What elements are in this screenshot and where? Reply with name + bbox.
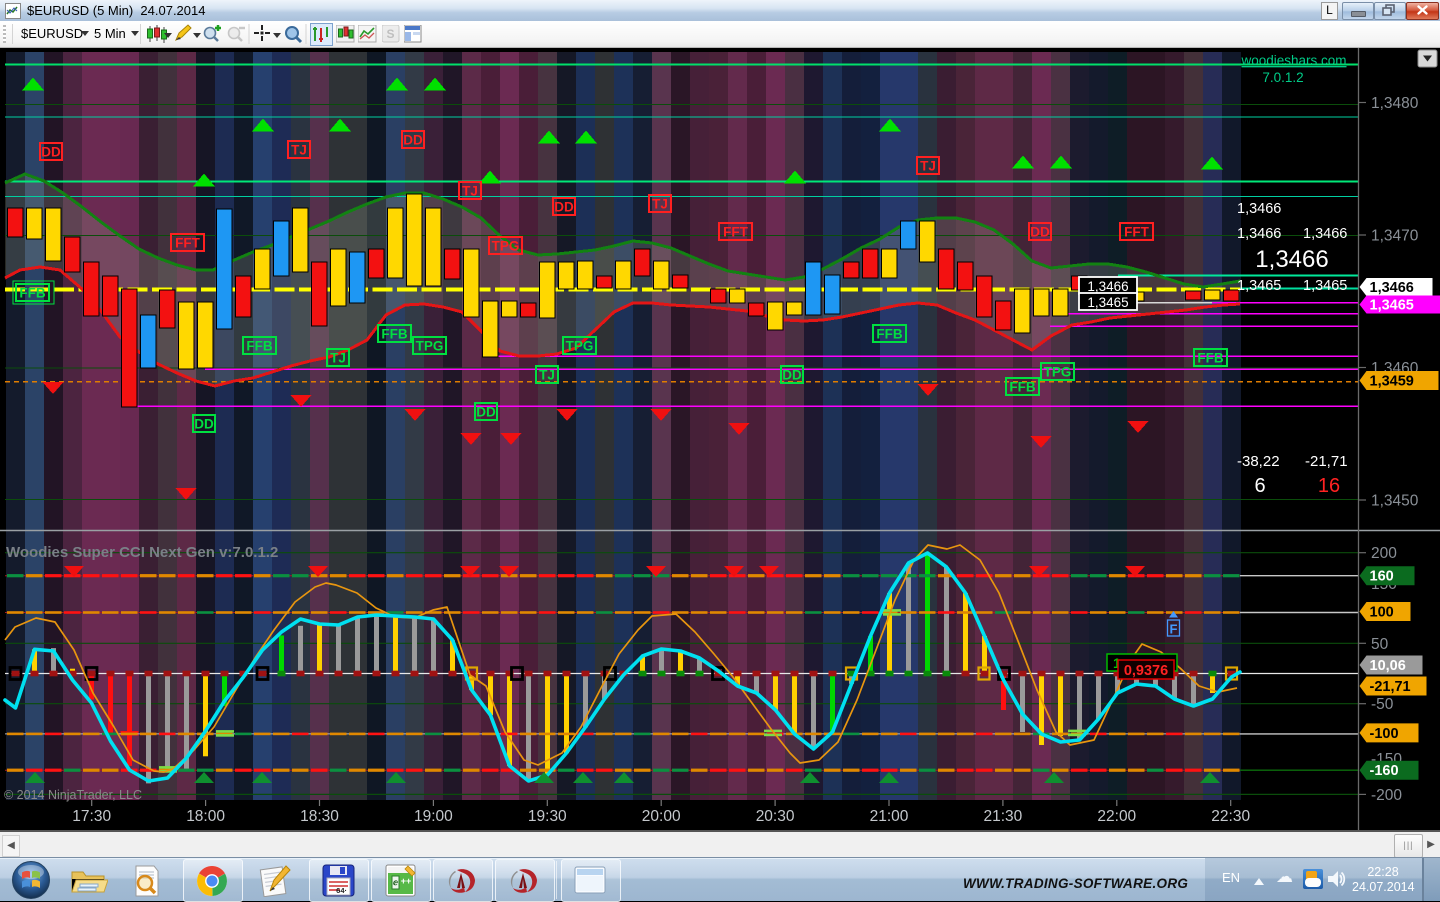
svg-text:1,3465: 1,3465 bbox=[1087, 295, 1128, 310]
svg-text:Woodies Super CCI Next Gen v:7: Woodies Super CCI Next Gen v:7.0.1.2 bbox=[6, 544, 278, 561]
svg-text:ⅇ: ⅇ bbox=[393, 878, 398, 887]
svg-text:S: S bbox=[386, 27, 394, 41]
svg-text:woodieshars.com: woodieshars.com bbox=[1240, 53, 1346, 68]
svg-text:20:30: 20:30 bbox=[756, 808, 795, 825]
svg-text:22:00: 22:00 bbox=[1097, 808, 1136, 825]
svg-text:19:00: 19:00 bbox=[414, 808, 453, 825]
svg-text:-21,71: -21,71 bbox=[1305, 453, 1348, 470]
svg-text:1,3465: 1,3465 bbox=[1237, 278, 1281, 294]
svg-text:21:30: 21:30 bbox=[984, 808, 1023, 825]
svg-text:16: 16 bbox=[1318, 475, 1340, 497]
svg-text:1,3466: 1,3466 bbox=[1237, 201, 1281, 217]
svg-text:1,3465: 1,3465 bbox=[1370, 298, 1414, 314]
svg-text:100: 100 bbox=[1370, 605, 1394, 621]
svg-text:1,3450: 1,3450 bbox=[1371, 493, 1419, 510]
svg-text:19:30: 19:30 bbox=[528, 808, 567, 825]
svg-text:-200: -200 bbox=[1371, 787, 1402, 804]
svg-text:1,3480: 1,3480 bbox=[1371, 95, 1419, 112]
svg-text:17:30: 17:30 bbox=[72, 808, 111, 825]
svg-text:50: 50 bbox=[1371, 636, 1389, 653]
svg-text:64·: 64· bbox=[336, 886, 347, 895]
svg-text:0,9376: 0,9376 bbox=[1124, 663, 1168, 679]
svg-text:-38,22: -38,22 bbox=[1237, 453, 1280, 470]
svg-text:21:00: 21:00 bbox=[870, 808, 909, 825]
svg-text:-100: -100 bbox=[1370, 726, 1399, 742]
svg-text:18:30: 18:30 bbox=[300, 808, 339, 825]
svg-text:22:30: 22:30 bbox=[1211, 808, 1250, 825]
svg-text:1,3466: 1,3466 bbox=[1087, 279, 1128, 294]
svg-text:1,3470: 1,3470 bbox=[1371, 228, 1419, 245]
svg-text:1,3465: 1,3465 bbox=[1303, 278, 1347, 294]
svg-text:7.0.1.2: 7.0.1.2 bbox=[1262, 70, 1303, 85]
svg-text:-21,71: -21,71 bbox=[1370, 679, 1411, 695]
svg-text:1,3466: 1,3466 bbox=[1370, 280, 1414, 296]
svg-text:6: 6 bbox=[1254, 475, 1265, 497]
svg-text:-50: -50 bbox=[1371, 696, 1394, 713]
svg-text:1,3466: 1,3466 bbox=[1255, 246, 1328, 273]
svg-text:200: 200 bbox=[1371, 545, 1397, 562]
svg-text:160: 160 bbox=[1370, 569, 1394, 585]
svg-text:1,3459: 1,3459 bbox=[1370, 374, 1414, 390]
svg-text:-160: -160 bbox=[1370, 763, 1399, 779]
svg-text:F: F bbox=[1170, 622, 1178, 637]
svg-text:1,3466: 1,3466 bbox=[1237, 226, 1281, 242]
svg-text:18:00: 18:00 bbox=[186, 808, 225, 825]
svg-text:© 2014 NinjaTrader, LLC: © 2014 NinjaTrader, LLC bbox=[4, 788, 142, 802]
svg-text:10,06: 10,06 bbox=[1370, 658, 1406, 674]
svg-text:++: ++ bbox=[401, 876, 412, 886]
svg-text:20:00: 20:00 bbox=[642, 808, 681, 825]
svg-text:1,3466: 1,3466 bbox=[1303, 226, 1347, 242]
